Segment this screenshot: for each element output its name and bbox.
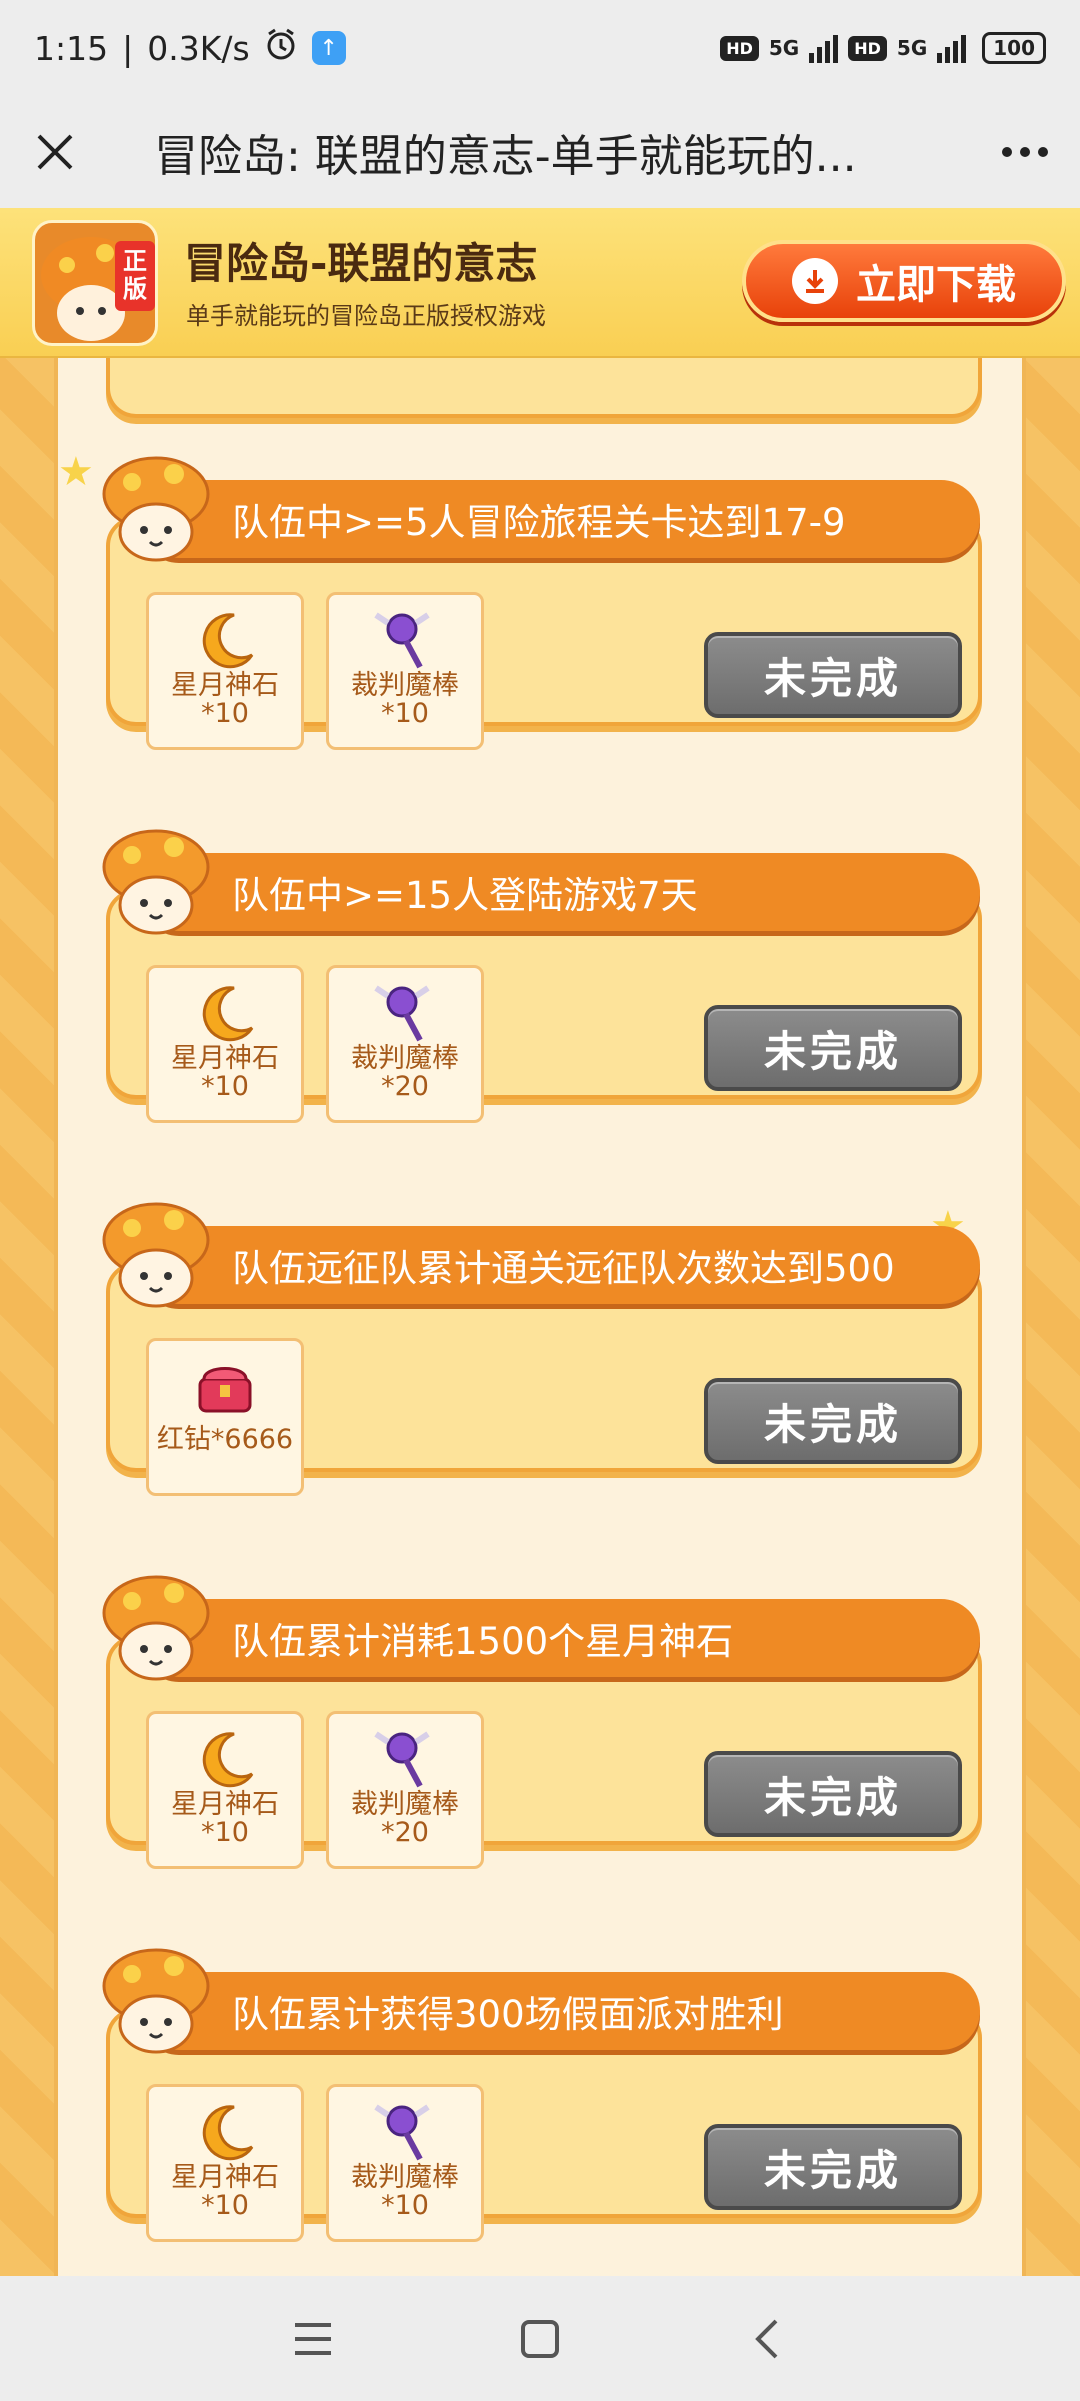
task-status-button[interactable]: 未完成 xyxy=(704,1751,962,1837)
close-icon xyxy=(37,134,73,170)
status-time: 1:15 xyxy=(34,28,109,68)
task-status-button[interactable]: 未完成 xyxy=(704,2124,962,2210)
reward-quantity: *10 xyxy=(201,1071,249,1102)
task-list-area[interactable]: ★ ★ 队伍中>=5人冒险旅程关卡达到17-9星月神石*10裁判魔棒*10未完成… xyxy=(0,358,1080,2276)
download-icon xyxy=(792,258,838,304)
banner-app-name: 冒险岛-联盟的意志 xyxy=(184,239,538,288)
reward-quantity: *20 xyxy=(381,1817,429,1848)
task-status-button[interactable]: 未完成 xyxy=(704,632,962,718)
task-title-bar: 队伍中>=5人冒险旅程关卡达到17-9 xyxy=(140,480,980,558)
status-separator: | xyxy=(122,28,134,68)
back-icon xyxy=(754,2319,778,2358)
hd-icon: HD xyxy=(720,35,759,61)
reward-item: 红钻*6666 xyxy=(146,1338,304,1496)
system-nav-bar xyxy=(0,2276,1080,2401)
judge-wand-icon xyxy=(370,2101,440,2163)
download-button[interactable]: 立即下载 xyxy=(742,240,1066,322)
status-net-speed: 0.3K/s xyxy=(147,28,250,68)
status-bar: 1:15 | 0.3K/s ↑ HD 5G HD 5G 100 xyxy=(0,0,1080,96)
moon-stone-icon xyxy=(190,2101,260,2163)
banner-subtitle: 单手就能玩的冒险岛正版授权游戏 xyxy=(186,302,546,330)
network-label-1: 5G xyxy=(768,36,800,60)
task-title-bar: 队伍累计获得300场假面派对胜利 xyxy=(140,1972,980,2050)
menu-icon xyxy=(295,2322,332,2355)
more-menu-button[interactable] xyxy=(970,96,1080,208)
reward-quantity: *10 xyxy=(201,698,249,729)
reward-name: 星月神石 xyxy=(171,670,279,701)
reward-item: 裁判魔棒 *20 xyxy=(326,1711,484,1869)
task-title-bar: 队伍累计消耗1500个星月神石 xyxy=(140,1599,980,1677)
signal-icon xyxy=(809,33,839,63)
reward-item: 裁判魔棒 *10 xyxy=(326,2084,484,2242)
reward-quantity: *10 xyxy=(381,2190,429,2221)
download-banner[interactable]: 正版 冒险岛-联盟的意志 单手就能玩的冒险岛正版授权游戏 立即下载 xyxy=(0,208,1080,358)
task-title-bar: 队伍中>=15人登陆游戏7天 xyxy=(140,853,980,931)
reward-item: 星月神石 *10 xyxy=(146,965,304,1123)
battery-icon: 100 xyxy=(982,32,1046,64)
moon-stone-icon xyxy=(190,982,260,1044)
close-button[interactable] xyxy=(0,96,110,208)
task-status-button[interactable]: 未完成 xyxy=(704,1378,962,1464)
reward-name: 裁判魔棒 xyxy=(351,2162,459,2193)
reward-quantity: *10 xyxy=(381,698,429,729)
reward-name: 裁判魔棒 xyxy=(351,1043,459,1074)
mushroom-mascot-icon xyxy=(98,1569,214,1685)
moon-stone-icon xyxy=(190,609,260,671)
back-nav-button[interactable] xyxy=(727,2299,807,2379)
app-logo-text: 正版 xyxy=(123,247,147,303)
red-diamond-chest-icon xyxy=(190,1355,260,1417)
reward-name: 裁判魔棒 xyxy=(351,670,459,701)
star-decoration: ★ xyxy=(58,449,94,495)
download-label: 立即下载 xyxy=(856,262,1016,308)
signal-icon-2 xyxy=(937,33,967,63)
app-logo: 正版 xyxy=(32,220,158,346)
judge-wand-icon xyxy=(370,982,440,1044)
hd-icon-2: HD xyxy=(848,35,887,61)
home-nav-button[interactable] xyxy=(500,2299,580,2379)
nav-header: 冒险岛: 联盟的意志-单手就能玩的... xyxy=(0,96,1080,208)
reward-name: 红钻*6666 xyxy=(156,1424,294,1455)
task-title: 队伍远征队累计通关远征队次数达到500 xyxy=(232,1247,895,1290)
moon-stone-icon xyxy=(190,1728,260,1790)
reward-item: 星月神石 *10 xyxy=(146,2084,304,2242)
reward-name: 星月神石 xyxy=(171,1043,279,1074)
reward-quantity: *10 xyxy=(201,1817,249,1848)
task-status-button[interactable]: 未完成 xyxy=(704,1005,962,1091)
previous-card-remnant xyxy=(106,358,982,418)
task-title: 队伍累计消耗1500个星月神石 xyxy=(232,1620,734,1663)
home-square-icon xyxy=(520,2319,559,2358)
reward-name: 星月神石 xyxy=(171,1789,279,1820)
task-title: 队伍累计获得300场假面派对胜利 xyxy=(232,1993,784,2036)
reward-item: 星月神石 *10 xyxy=(146,1711,304,1869)
mushroom-mascot-icon xyxy=(98,823,214,939)
mushroom-mascot-icon xyxy=(98,1942,214,2058)
reward-item: 裁判魔棒 *20 xyxy=(326,965,484,1123)
page-title: 冒险岛: 联盟的意志-单手就能玩的... xyxy=(154,131,857,182)
reward-name: 裁判魔棒 xyxy=(351,1789,459,1820)
task-title-bar: 队伍远征队累计通关远征队次数达到500 xyxy=(140,1226,980,1304)
task-title: 队伍中>=15人登陆游戏7天 xyxy=(232,874,698,917)
reward-quantity: *20 xyxy=(381,1071,429,1102)
judge-wand-icon xyxy=(370,609,440,671)
reward-name: 星月神石 xyxy=(171,2162,279,2193)
judge-wand-icon xyxy=(370,1728,440,1790)
alarm-icon xyxy=(264,27,298,69)
mushroom-mascot-icon xyxy=(98,1196,214,1312)
menu-nav-button[interactable] xyxy=(273,2299,353,2379)
reward-item: 裁判魔棒 *10 xyxy=(326,592,484,750)
app-notification-icon: ↑ xyxy=(311,31,346,65)
mushroom-mascot-icon xyxy=(98,450,214,566)
reward-item: 星月神石 *10 xyxy=(146,592,304,750)
reward-quantity: *10 xyxy=(201,2190,249,2221)
task-title: 队伍中>=5人冒险旅程关卡达到17-9 xyxy=(232,501,846,544)
network-label-2: 5G xyxy=(896,36,928,60)
